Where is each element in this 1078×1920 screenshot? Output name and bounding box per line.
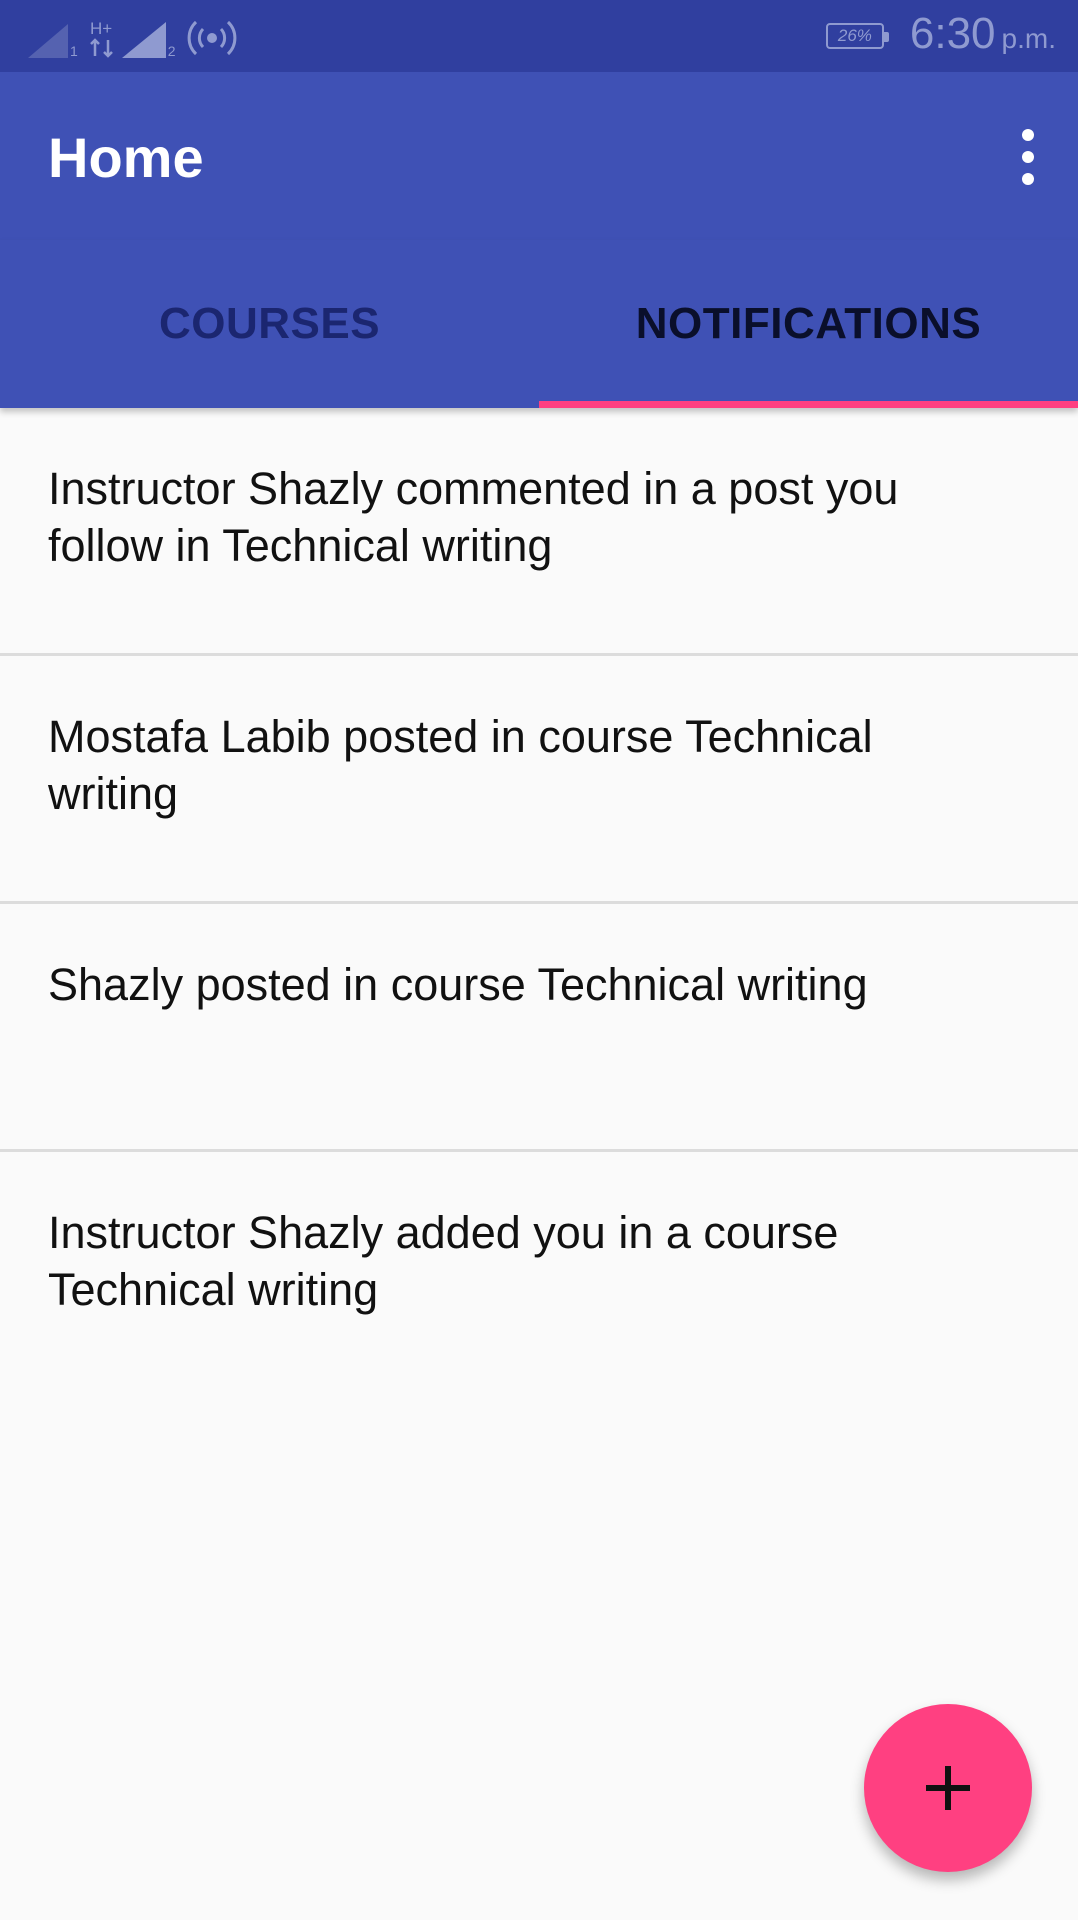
battery-icon: 26%: [825, 23, 889, 49]
battery-level: 26%: [837, 26, 872, 45]
notification-text: Instructor Shazly commented in a post yo…: [48, 463, 899, 571]
menu-dot: [1022, 173, 1034, 185]
notification-text: Instructor Shazly added you in a course …: [48, 1207, 839, 1315]
notification-item[interactable]: Instructor Shazly added you in a course …: [0, 1152, 1078, 1400]
notification-item[interactable]: Instructor Shazly commented in a post yo…: [0, 408, 1078, 656]
clock-ampm: p.m.: [1001, 22, 1056, 54]
add-button[interactable]: [864, 1704, 1032, 1872]
sim2-label: 2: [167, 43, 176, 59]
sim1-label: 1: [70, 43, 78, 59]
page-title: Home: [48, 126, 204, 189]
menu-dot: [1022, 151, 1034, 163]
tab-courses[interactable]: COURSES: [0, 240, 539, 408]
status-bar: 1 H+ 2 26% 6:30 p.m.: [0, 0, 1078, 72]
notification-list: Instructor Shazly commented in a post yo…: [0, 408, 1078, 1400]
overflow-menu-icon[interactable]: [1006, 122, 1050, 192]
status-left-icons: 1 H+ 2: [28, 14, 238, 58]
svg-text:H+: H+: [90, 19, 112, 38]
notification-item[interactable]: Shazly posted in course Technical writin…: [0, 904, 1078, 1152]
network-type-icon: H+: [90, 19, 113, 58]
signal-sim2-icon: [121, 22, 166, 58]
tab-bar: COURSES NOTIFICATIONS: [0, 240, 1078, 408]
tab-selected-indicator: [539, 401, 1078, 408]
hotspot-icon: [187, 20, 236, 56]
notification-item[interactable]: Mostafa Labib posted in course Technical…: [0, 656, 1078, 904]
app-bar: Home: [0, 72, 1078, 240]
clock: 6:30 p.m.: [910, 8, 1056, 65]
tab-notifications[interactable]: NOTIFICATIONS: [539, 240, 1078, 408]
menu-dot: [1022, 129, 1034, 141]
notification-text: Shazly posted in course Technical writin…: [48, 959, 868, 1010]
signal-sim1-icon: [28, 24, 68, 58]
clock-time: 6:30: [909, 8, 996, 58]
notification-text: Mostafa Labib posted in course Technical…: [48, 711, 873, 819]
plus-icon: [926, 1766, 970, 1810]
status-right: 26% 6:30 p.m.: [825, 8, 1056, 65]
